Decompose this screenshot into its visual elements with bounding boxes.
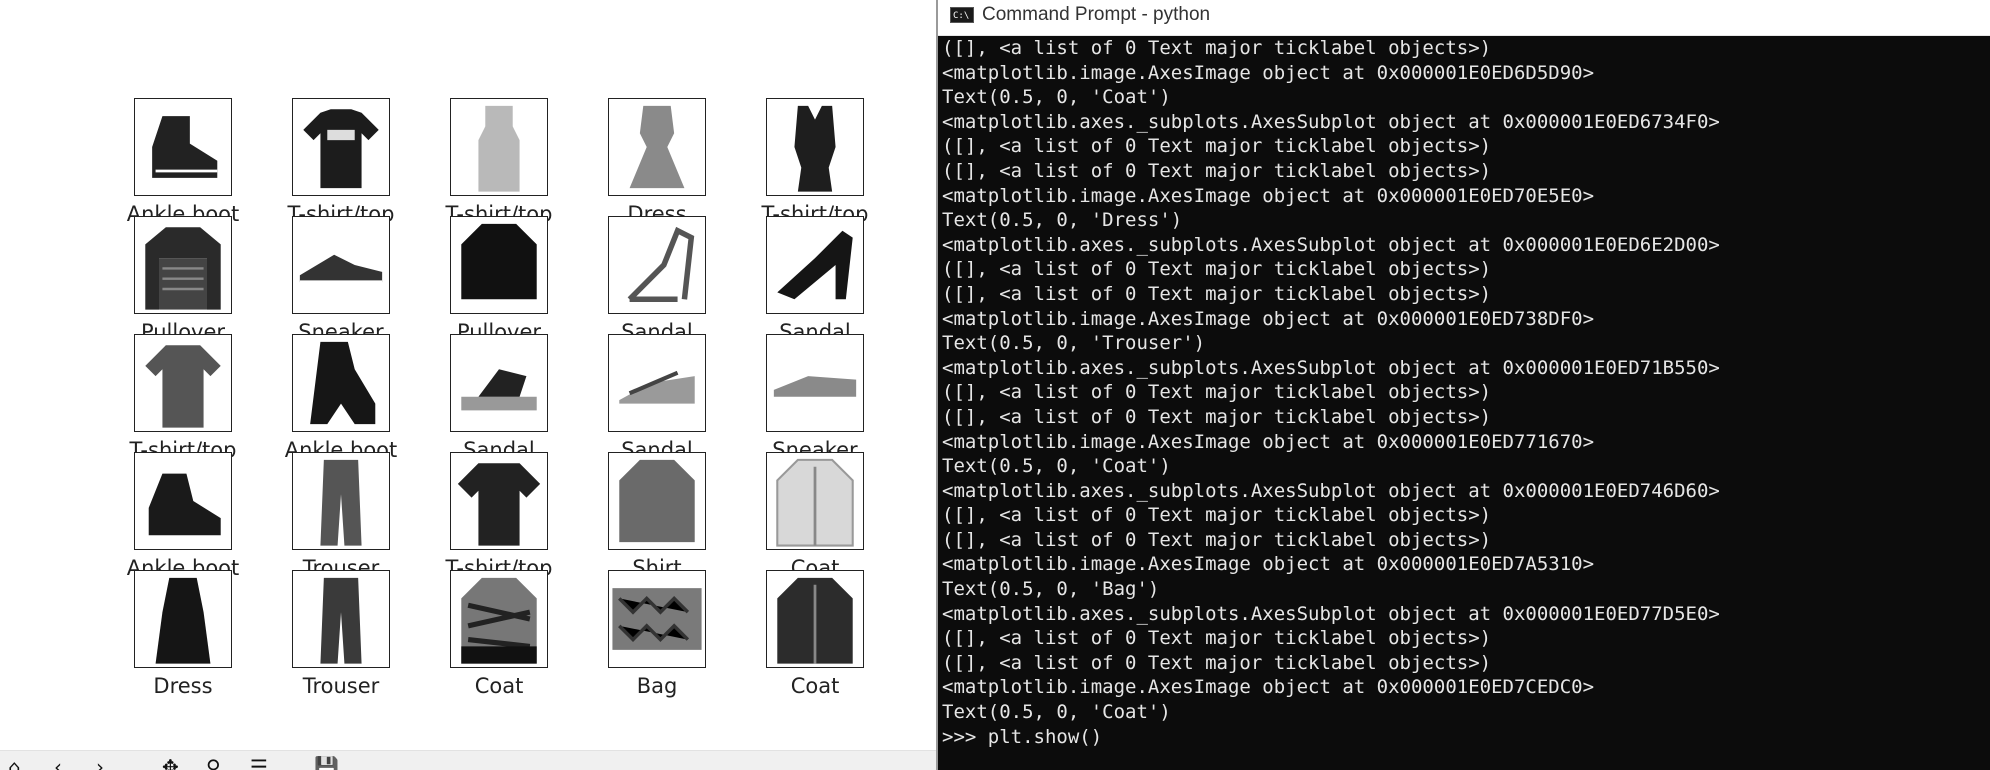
figure-toolbar: ⌂ ‹ › ✥ ⚲ ☰ 💾 <box>0 750 936 770</box>
thumbnail-sandal <box>766 216 864 314</box>
console-line: <matplotlib.image.AxesImage object at 0x… <box>942 307 1595 330</box>
thumbnail-tshirt <box>134 334 232 432</box>
command-prompt-window: C:\ Command Prompt - python ([], <a list… <box>936 0 1990 770</box>
console-line: <matplotlib.axes._subplots.AxesSubplot o… <box>942 356 1720 379</box>
console-line: Text(0.5, 0, 'Coat') <box>942 86 1171 109</box>
home-button[interactable]: ⌂ <box>8 757 21 770</box>
matplotlib-figure-window: Ankle boot T-shirt/top T-shirt/top Dress… <box>0 0 936 770</box>
console-line: <matplotlib.image.AxesImage object at 0x… <box>942 676 1595 699</box>
label-r4-c4: Coat <box>790 674 840 698</box>
thumbnail-trouser <box>292 452 390 550</box>
thumbnail-pullover <box>450 216 548 314</box>
thumbnail-bag <box>608 570 706 668</box>
back-button[interactable]: ‹ <box>54 757 62 770</box>
thumbnail-shirt <box>608 452 706 550</box>
thumbnail-tshirt <box>450 452 548 550</box>
thumbnail-pullover <box>134 216 232 314</box>
thumbnail-tshirt <box>292 98 390 196</box>
thumbnail-ankle-boot <box>134 98 232 196</box>
label-r4-c2: Coat <box>474 674 524 698</box>
thumbnail-coat <box>766 570 864 668</box>
console-line: <matplotlib.image.AxesImage object at 0x… <box>942 430 1595 453</box>
cmd-window-icon[interactable]: C:\ <box>950 7 974 23</box>
thumbnail-ankle-boot <box>292 334 390 432</box>
console-line: ([], <a list of 0 Text major ticklabel o… <box>942 504 1492 527</box>
console-line: Text(0.5, 0, 'Coat') <box>942 701 1171 724</box>
label-r4-c3: Bag <box>636 674 678 698</box>
thumbnail-sneaker <box>292 216 390 314</box>
console-line: ([], <a list of 0 Text major ticklabel o… <box>942 258 1492 281</box>
label-r4-c0: Dress <box>153 674 213 698</box>
console-line: ([], <a list of 0 Text major ticklabel o… <box>942 627 1492 650</box>
thumbnail-sandal <box>450 334 548 432</box>
cmd-title-bar[interactable]: C:\ Command Prompt - python <box>938 0 1990 36</box>
console-line: ([], <a list of 0 Text major ticklabel o… <box>942 37 1492 59</box>
console-line: <matplotlib.axes._subplots.AxesSubplot o… <box>942 110 1720 133</box>
console-line: Text(0.5, 0, 'Trouser') <box>942 332 1206 355</box>
console-line: ([], <a list of 0 Text major ticklabel o… <box>942 381 1492 404</box>
console-line: <matplotlib.axes._subplots.AxesSubplot o… <box>942 602 1720 625</box>
forward-button[interactable]: › <box>96 757 104 770</box>
thumbnail-coat <box>766 452 864 550</box>
console-prompt-line[interactable]: >>> plt.show() <box>942 725 1720 750</box>
thumbnail-tshirt <box>766 98 864 196</box>
thumbnail-trouser <box>292 570 390 668</box>
console-line: <matplotlib.image.AxesImage object at 0x… <box>942 553 1595 576</box>
configure-subplots-button[interactable]: ☰ <box>250 757 268 770</box>
console-line: ([], <a list of 0 Text major ticklabel o… <box>942 282 1492 305</box>
thumbnail-dress <box>134 570 232 668</box>
console-line: Text(0.5, 0, 'Coat') <box>942 455 1171 478</box>
thumbnail-tshirt <box>450 98 548 196</box>
label-r4-c1: Trouser <box>302 674 380 698</box>
console-line: ([], <a list of 0 Text major ticklabel o… <box>942 135 1492 158</box>
thumbnail-ankle-boot <box>134 452 232 550</box>
console-output[interactable]: ([], <a list of 0 Text major ticklabel o… <box>942 36 1720 749</box>
console-line: ([], <a list of 0 Text major ticklabel o… <box>942 159 1492 182</box>
thumbnail-sneaker <box>766 334 864 432</box>
console-line: ([], <a list of 0 Text major ticklabel o… <box>942 528 1492 551</box>
pan-button[interactable]: ✥ <box>162 757 179 770</box>
thumbnail-sandal <box>608 216 706 314</box>
thumbnail-dress <box>608 98 706 196</box>
save-button[interactable]: 💾 <box>314 757 339 770</box>
thumbnail-coat <box>450 570 548 668</box>
thumbnail-sandal <box>608 334 706 432</box>
console-line: <matplotlib.axes._subplots.AxesSubplot o… <box>942 479 1720 502</box>
console-line: <matplotlib.image.AxesImage object at 0x… <box>942 61 1595 84</box>
console-line: Text(0.5, 0, 'Bag') <box>942 578 1160 601</box>
console-line: Text(0.5, 0, 'Dress') <box>942 209 1183 232</box>
console-line: <matplotlib.image.AxesImage object at 0x… <box>942 184 1595 207</box>
console-line: ([], <a list of 0 Text major ticklabel o… <box>942 651 1492 674</box>
zoom-button[interactable]: ⚲ <box>206 757 221 770</box>
console-line: ([], <a list of 0 Text major ticklabel o… <box>942 405 1492 428</box>
cmd-window-title: Command Prompt - python <box>982 4 1211 25</box>
console-line: <matplotlib.axes._subplots.AxesSubplot o… <box>942 233 1720 256</box>
